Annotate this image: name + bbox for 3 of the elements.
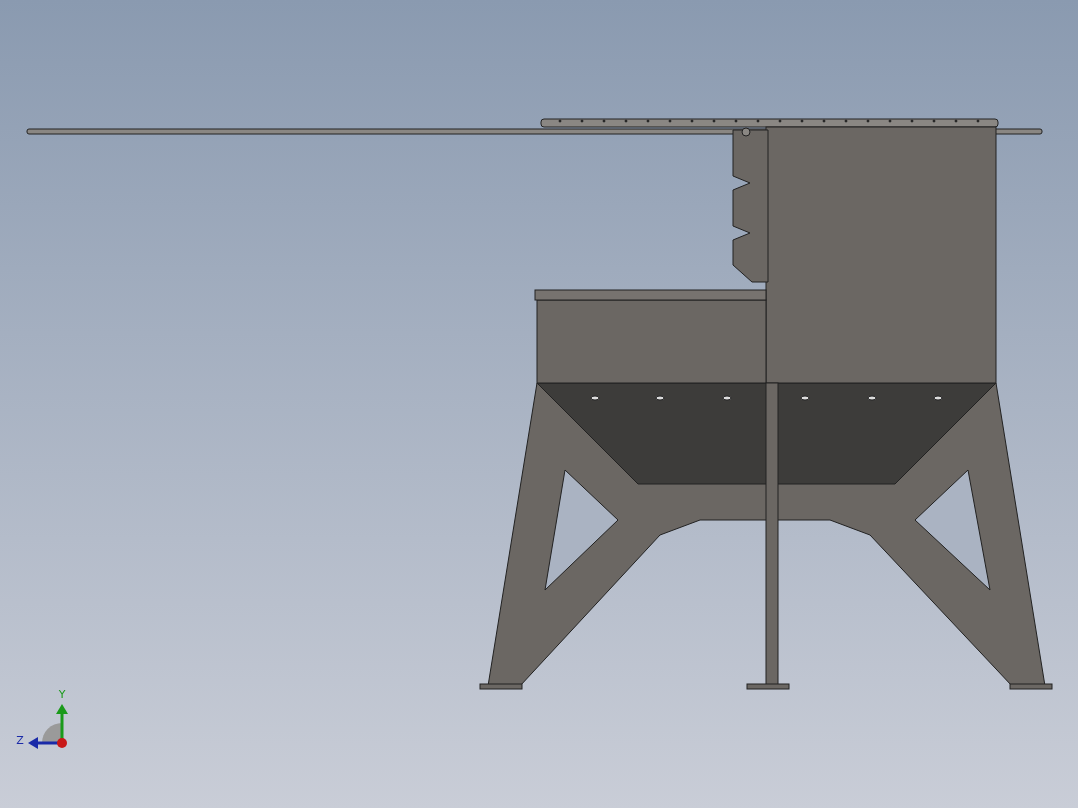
axis-triad-icon	[28, 704, 68, 749]
axis-label: Z	[16, 734, 24, 747]
axis-label: Y	[58, 688, 66, 701]
